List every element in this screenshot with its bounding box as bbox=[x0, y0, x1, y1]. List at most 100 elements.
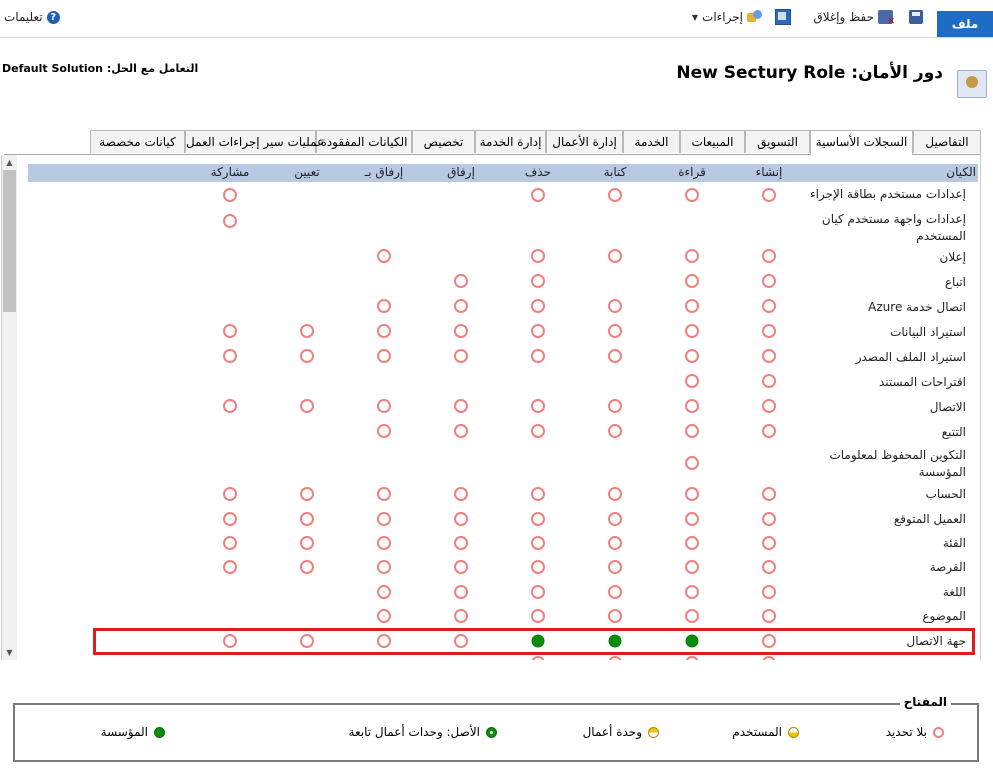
none-level-icon[interactable] bbox=[762, 609, 776, 623]
column-header-2[interactable]: قراءة bbox=[678, 165, 706, 179]
none-level-icon[interactable] bbox=[300, 349, 314, 363]
vertical-scrollbar[interactable]: ▲ ▼ bbox=[2, 155, 17, 660]
none-level-icon[interactable] bbox=[454, 487, 468, 501]
none-level-icon[interactable] bbox=[762, 299, 776, 313]
none-level-icon[interactable] bbox=[608, 656, 622, 660]
none-level-icon[interactable] bbox=[377, 560, 391, 574]
none-level-icon[interactable] bbox=[685, 456, 699, 470]
none-level-icon[interactable] bbox=[223, 349, 237, 363]
none-level-icon[interactable] bbox=[685, 349, 699, 363]
none-level-icon[interactable] bbox=[454, 560, 468, 574]
none-level-icon[interactable] bbox=[685, 299, 699, 313]
none-level-icon[interactable] bbox=[377, 324, 391, 338]
none-level-icon[interactable] bbox=[531, 324, 545, 338]
tab-7[interactable]: إدارة الخدمة bbox=[475, 130, 546, 153]
none-level-icon[interactable] bbox=[608, 487, 622, 501]
none-level-icon[interactable] bbox=[608, 512, 622, 526]
none-level-icon[interactable] bbox=[608, 399, 622, 413]
column-header-4[interactable]: حذف bbox=[525, 165, 551, 179]
tab-4[interactable]: المبيعات bbox=[680, 130, 745, 153]
column-header-8[interactable]: مشاركة bbox=[211, 165, 250, 179]
none-level-icon[interactable] bbox=[454, 274, 468, 288]
column-header-7[interactable]: تعيين bbox=[294, 165, 320, 179]
none-level-icon[interactable] bbox=[531, 249, 545, 263]
view-button[interactable] bbox=[775, 8, 791, 26]
none-level-icon[interactable] bbox=[377, 512, 391, 526]
none-level-icon[interactable] bbox=[685, 585, 699, 599]
none-level-icon[interactable] bbox=[608, 249, 622, 263]
none-level-icon[interactable] bbox=[762, 656, 776, 660]
none-level-icon[interactable] bbox=[762, 560, 776, 574]
none-level-icon[interactable] bbox=[608, 585, 622, 599]
none-level-icon[interactable] bbox=[608, 299, 622, 313]
none-level-icon[interactable] bbox=[762, 512, 776, 526]
column-header-6[interactable]: إرفاق بـ bbox=[365, 165, 404, 179]
file-button[interactable]: ملف bbox=[937, 11, 993, 37]
none-level-icon[interactable] bbox=[454, 324, 468, 338]
none-level-icon[interactable] bbox=[531, 512, 545, 526]
none-level-icon[interactable] bbox=[685, 274, 699, 288]
none-level-icon[interactable] bbox=[223, 536, 237, 550]
none-level-icon[interactable] bbox=[608, 424, 622, 438]
none-level-icon[interactable] bbox=[608, 324, 622, 338]
tab-1[interactable]: التفاصيل bbox=[913, 130, 981, 153]
tab-11[interactable]: كيانات مخصصة bbox=[90, 130, 185, 153]
none-level-icon[interactable] bbox=[531, 585, 545, 599]
column-header-1[interactable]: إنشاء bbox=[756, 165, 783, 179]
none-level-icon[interactable] bbox=[685, 536, 699, 550]
none-level-icon[interactable] bbox=[762, 188, 776, 202]
none-level-icon[interactable] bbox=[454, 512, 468, 526]
none-level-icon[interactable] bbox=[377, 536, 391, 550]
none-level-icon[interactable] bbox=[531, 188, 545, 202]
tab-3[interactable]: التسويق bbox=[745, 130, 810, 153]
scroll-down-icon[interactable]: ▼ bbox=[2, 645, 17, 660]
none-level-icon[interactable] bbox=[685, 560, 699, 574]
actions-button[interactable]: إجراءات ▼ bbox=[692, 8, 763, 26]
none-level-icon[interactable] bbox=[685, 609, 699, 623]
column-header-3[interactable]: كتابة bbox=[604, 165, 627, 179]
scroll-up-icon[interactable]: ▲ bbox=[2, 155, 17, 170]
none-level-icon[interactable] bbox=[762, 324, 776, 338]
none-level-icon[interactable] bbox=[300, 399, 314, 413]
none-level-icon[interactable] bbox=[685, 324, 699, 338]
none-level-icon[interactable] bbox=[300, 536, 314, 550]
save-button[interactable] bbox=[909, 8, 923, 26]
none-level-icon[interactable] bbox=[531, 399, 545, 413]
tab-10[interactable]: عمليات سير إجراءات العمل bbox=[185, 130, 324, 153]
none-level-icon[interactable] bbox=[531, 349, 545, 363]
none-level-icon[interactable] bbox=[762, 349, 776, 363]
none-level-icon[interactable] bbox=[377, 424, 391, 438]
tab-5[interactable]: الخدمة bbox=[623, 130, 680, 153]
none-level-icon[interactable] bbox=[531, 299, 545, 313]
none-level-icon[interactable] bbox=[762, 585, 776, 599]
none-level-icon[interactable] bbox=[377, 399, 391, 413]
none-level-icon[interactable] bbox=[685, 374, 699, 388]
none-level-icon[interactable] bbox=[762, 374, 776, 388]
none-level-icon[interactable] bbox=[377, 487, 391, 501]
scroll-thumb[interactable] bbox=[3, 170, 16, 312]
none-level-icon[interactable] bbox=[377, 299, 391, 313]
none-level-icon[interactable] bbox=[531, 609, 545, 623]
none-level-icon[interactable] bbox=[377, 249, 391, 263]
none-level-icon[interactable] bbox=[454, 349, 468, 363]
none-level-icon[interactable] bbox=[531, 424, 545, 438]
none-level-icon[interactable] bbox=[454, 424, 468, 438]
none-level-icon[interactable] bbox=[454, 609, 468, 623]
none-level-icon[interactable] bbox=[377, 349, 391, 363]
none-level-icon[interactable] bbox=[762, 487, 776, 501]
none-level-icon[interactable] bbox=[223, 324, 237, 338]
none-level-icon[interactable] bbox=[531, 536, 545, 550]
none-level-icon[interactable] bbox=[762, 424, 776, 438]
none-level-icon[interactable] bbox=[223, 214, 237, 228]
none-level-icon[interactable] bbox=[608, 536, 622, 550]
none-level-icon[interactable] bbox=[685, 512, 699, 526]
none-level-icon[interactable] bbox=[223, 487, 237, 501]
tab-6[interactable]: إدارة الأعمال bbox=[546, 130, 623, 153]
none-level-icon[interactable] bbox=[531, 656, 545, 660]
none-level-icon[interactable] bbox=[300, 324, 314, 338]
tab-8[interactable]: تخصيص bbox=[412, 130, 475, 153]
none-level-icon[interactable] bbox=[608, 560, 622, 574]
none-level-icon[interactable] bbox=[454, 585, 468, 599]
none-level-icon[interactable] bbox=[300, 512, 314, 526]
tab-2[interactable]: السجلات الأساسية bbox=[810, 130, 913, 155]
